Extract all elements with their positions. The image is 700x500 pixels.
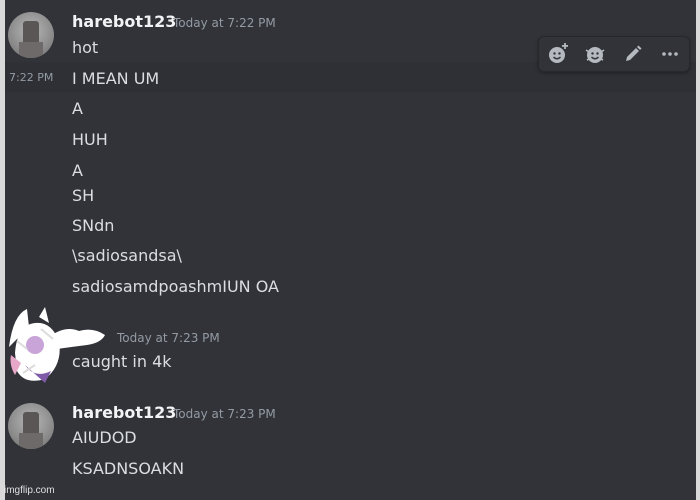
edit-icon[interactable] bbox=[619, 40, 647, 68]
super-reaction-icon[interactable] bbox=[581, 40, 609, 68]
avatar[interactable] bbox=[8, 403, 54, 449]
watermark-text: imgflip.com bbox=[4, 485, 55, 496]
message-line: A bbox=[72, 99, 83, 118]
message-line: SNdn bbox=[72, 216, 115, 235]
hover-timestamp: 7:22 PM bbox=[9, 71, 54, 84]
avatar[interactable] bbox=[8, 12, 54, 58]
message-line: SH bbox=[72, 186, 95, 205]
add-reaction-icon[interactable] bbox=[544, 40, 572, 68]
message-line: HUH bbox=[72, 130, 108, 149]
message-actions-toolbar bbox=[538, 36, 690, 72]
chat-panel: 7:22 PM harebot123 Today at 7:22 PM hot … bbox=[5, 0, 696, 500]
message-timestamp: Today at 7:23 PM bbox=[117, 331, 220, 345]
message-line: I MEAN UM bbox=[72, 69, 160, 88]
message-line: \sadiosandsa\ bbox=[72, 246, 182, 265]
message-timestamp: Today at 7:22 PM bbox=[173, 16, 276, 30]
message-line: hot bbox=[72, 38, 99, 57]
message-line: A bbox=[72, 161, 83, 180]
message-line: KSADNSOAKN bbox=[72, 459, 185, 478]
message-line: AIUDOD bbox=[72, 428, 137, 447]
message-timestamp: Today at 7:23 PM bbox=[173, 407, 276, 421]
more-icon[interactable] bbox=[656, 40, 684, 68]
author-name[interactable]: harebot123 bbox=[72, 403, 176, 422]
message-line: sadiosamdpoashmIUN OA bbox=[72, 277, 279, 296]
message-line: caught in 4k bbox=[72, 352, 172, 371]
author-name[interactable]: harebot123 bbox=[72, 12, 176, 31]
scribbled-avatar bbox=[9, 307, 105, 383]
